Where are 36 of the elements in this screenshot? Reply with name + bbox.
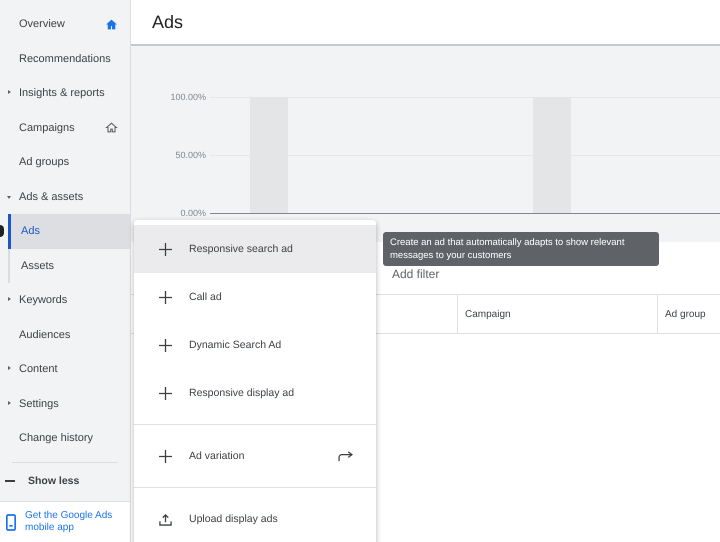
column-header[interactable]: Ad group xyxy=(665,308,706,320)
add-filter-button[interactable]: Add filter xyxy=(392,267,440,281)
menu-item[interactable]: Upload display ads xyxy=(134,495,376,542)
plus-icon xyxy=(159,450,172,462)
sidebar-item[interactable]: Change history xyxy=(0,421,130,456)
plus-icon xyxy=(159,290,172,304)
plus-icon xyxy=(159,338,172,352)
sidebar-item[interactable]: Overview xyxy=(0,7,130,42)
plus-icon xyxy=(159,242,172,256)
phone-icon xyxy=(6,514,16,530)
sidebar-item[interactable]: Content xyxy=(0,352,130,386)
page-title: Ads xyxy=(152,12,184,32)
sidebar-item[interactable]: Insights & reports xyxy=(0,76,130,110)
plus-icon xyxy=(159,386,172,400)
y-axis-label: 100.00% xyxy=(169,92,207,102)
menu-item[interactable]: Responsive search ad xyxy=(134,225,376,273)
upload-icon xyxy=(159,512,172,526)
sidebar-item[interactable]: Recommendations xyxy=(0,42,130,76)
y-axis-label: 0.00% xyxy=(179,208,207,218)
show-less-button[interactable]: Show less xyxy=(0,462,130,498)
menu-item[interactable]: Call ad xyxy=(134,273,376,321)
minus-icon xyxy=(5,480,15,482)
mobile-app-link[interactable]: Get the Google Ads mobile app xyxy=(25,510,115,534)
sidebar-item[interactable]: Ads & assets xyxy=(0,180,130,214)
menu-item[interactable]: Dynamic Search Ad xyxy=(134,321,376,369)
menu-item[interactable]: Responsive display ad xyxy=(134,369,376,417)
menu-item[interactable]: Ad variation xyxy=(134,432,376,480)
sidebar-item[interactable]: Ad groups xyxy=(0,145,130,180)
tooltip: Create an ad that automatically adapts to show relevant messages to your customers xyxy=(383,232,659,266)
column-header[interactable]: Campaign xyxy=(465,308,511,320)
sidebar-item[interactable]: Campaigns xyxy=(0,110,130,145)
sidebar-item[interactable]: Settings xyxy=(0,386,130,421)
sidebar-item[interactable]: Audiences xyxy=(0,318,130,352)
y-axis-label: 50.00% xyxy=(174,150,207,160)
sidebar-item[interactable]: Keywords xyxy=(0,283,130,318)
sidebar-item[interactable]: Ads xyxy=(8,214,130,248)
